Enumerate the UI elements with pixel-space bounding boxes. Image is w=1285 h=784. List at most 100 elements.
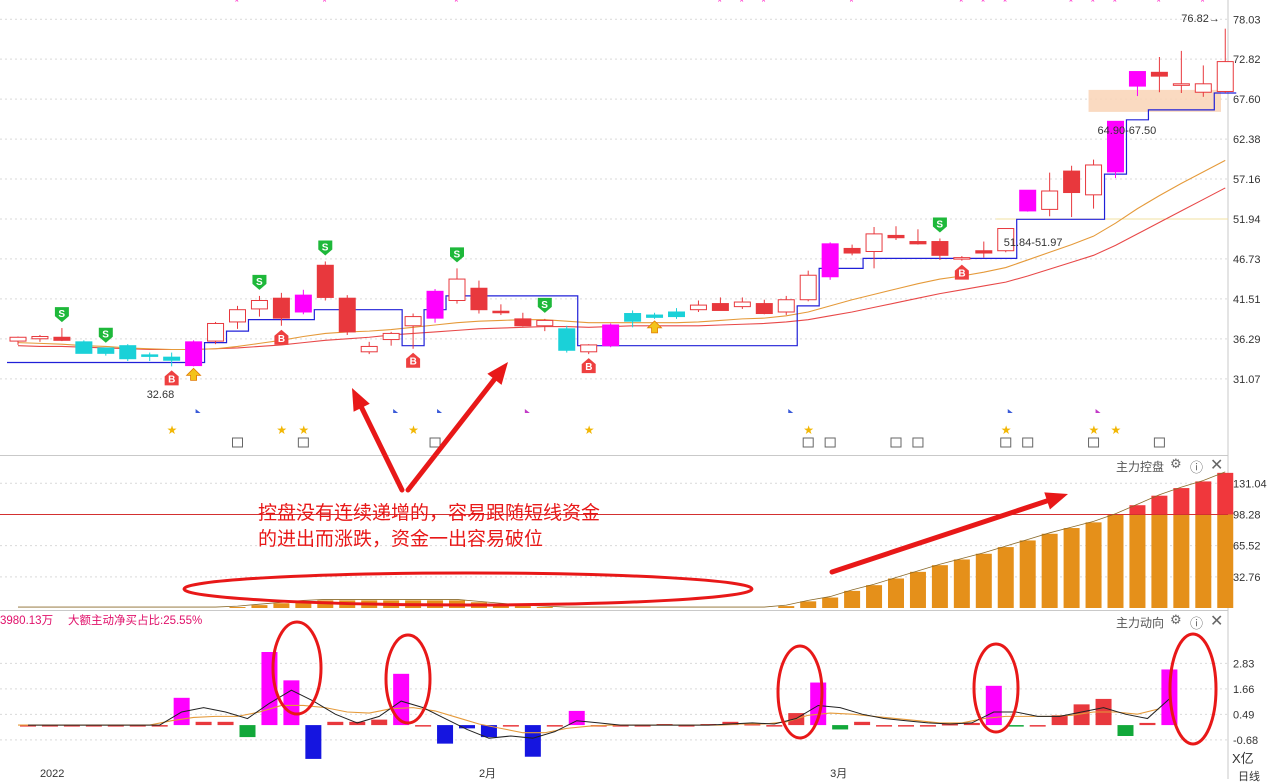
buy-signal-label: B	[168, 374, 175, 385]
low-price-label: 32.68	[147, 389, 175, 401]
flow-bar	[415, 725, 432, 727]
candle-body	[777, 299, 795, 313]
flow-tick-label: 0.49	[1233, 709, 1254, 721]
control-bar	[1129, 514, 1146, 608]
star-marker: ★	[803, 423, 814, 437]
candle-body	[382, 332, 400, 341]
price-tick-label: 41.51	[1233, 294, 1261, 306]
annotation-line-1: 控盘没有连续递增的，容易跟随短线资金	[258, 502, 601, 524]
annotation-text: 控盘没有连续递增的，容易跟随短线资金 的进出而涨跌，资金一出容易破位	[258, 500, 600, 552]
control-bar-excess	[1217, 472, 1234, 515]
control-tick-label: 98.28	[1233, 509, 1261, 521]
candle	[536, 318, 554, 332]
mid-price-label: 51.84-51.97	[1004, 237, 1063, 249]
zone-price-label: 64.90-67.50	[1098, 125, 1157, 137]
flag-marker	[1095, 409, 1101, 413]
candle-body	[404, 316, 422, 327]
control-bar	[778, 606, 795, 608]
annotation-arrow-head	[1044, 492, 1068, 510]
flow-bar	[854, 721, 871, 726]
control-bar-excess	[1195, 481, 1212, 515]
top-marker: *	[717, 0, 722, 9]
candle-body	[1128, 71, 1146, 87]
candle	[646, 312, 664, 319]
candle-body	[31, 335, 49, 340]
candle-body	[514, 318, 532, 327]
candle-body	[733, 301, 751, 308]
calendar-icon	[1000, 437, 1012, 448]
candle	[1150, 57, 1168, 93]
flow-bar	[195, 721, 212, 726]
close-icon[interactable]: ✕	[1210, 611, 1223, 630]
top-marker: *	[1003, 0, 1008, 9]
candle	[338, 295, 356, 335]
candle	[426, 289, 444, 323]
flow-bar	[985, 685, 1002, 726]
close-icon[interactable]: ✕	[1210, 455, 1223, 474]
high-price-label: 76.82→	[1181, 13, 1220, 25]
annotation-line-2: 的进出而涨跌，资金一出容易破位	[258, 528, 544, 550]
help-icon[interactable]: ⓘ	[1190, 613, 1203, 632]
candle-body	[931, 241, 949, 256]
calendar-icon	[890, 437, 902, 448]
flow-bar	[371, 719, 388, 726]
control-bar	[1173, 514, 1190, 608]
annotation-arrow-shaft	[359, 405, 405, 493]
candle	[316, 261, 334, 301]
price-tick-label: 36.29	[1233, 334, 1261, 346]
candle-body	[294, 294, 312, 313]
settings-icon[interactable]: ⚙	[1170, 613, 1182, 628]
ma-orange-line	[17, 159, 1226, 351]
x-tick-label: 2022	[40, 768, 64, 779]
candle	[382, 331, 400, 346]
candle	[887, 226, 905, 241]
flow-bar	[239, 725, 256, 738]
flow-bar	[283, 680, 300, 726]
flag-marker	[524, 409, 530, 413]
candle	[931, 238, 949, 260]
candle-body	[492, 310, 510, 314]
period-label[interactable]: 日线	[1238, 768, 1260, 784]
candle-body	[53, 336, 71, 341]
candle-body	[250, 300, 268, 310]
candle-body	[843, 247, 861, 254]
candle	[668, 308, 685, 319]
candle-body	[75, 341, 93, 354]
star-marker: ★	[298, 423, 309, 437]
candle-body	[646, 314, 664, 318]
calendar-icon	[429, 437, 441, 448]
top-marker: *	[981, 0, 986, 9]
candle	[865, 226, 883, 269]
settings-icon[interactable]: ⚙	[1170, 457, 1182, 472]
control-bar	[800, 601, 817, 608]
flow-bar	[898, 725, 914, 727]
candle-body	[1019, 189, 1037, 212]
flag-marker	[393, 409, 399, 413]
candle-body	[799, 274, 817, 301]
candle-body	[668, 311, 685, 318]
top-marker: *	[959, 0, 964, 9]
candle-body	[97, 347, 115, 354]
candle-body	[470, 287, 488, 311]
star-marker: ★	[1111, 423, 1122, 437]
candle	[141, 352, 159, 361]
control-bar	[866, 585, 883, 608]
star-marker: ★	[584, 423, 595, 437]
top-marker: *	[1156, 0, 1161, 9]
stock-chart-canvas: 78.03 72.82 67.60 62.38 57.16 51.94 46.73 41.51…	[0, 0, 1267, 779]
candle-body	[1063, 170, 1081, 194]
stop-loss-line	[7, 92, 1237, 364]
candle	[624, 310, 642, 328]
calendar-icon	[824, 437, 836, 448]
control-bar	[1063, 528, 1080, 608]
flow-bar	[876, 725, 893, 727]
candle	[492, 304, 510, 316]
help-icon[interactable]: ⓘ	[1190, 457, 1203, 476]
calendar-icon	[1153, 437, 1165, 448]
candle	[843, 244, 861, 256]
flag-marker	[788, 409, 794, 413]
buy-signal-label: B	[410, 357, 417, 368]
sell-signal-label: S	[322, 242, 329, 253]
calendar-icon	[1022, 437, 1034, 448]
control-tick-label: 65.52	[1233, 541, 1261, 553]
